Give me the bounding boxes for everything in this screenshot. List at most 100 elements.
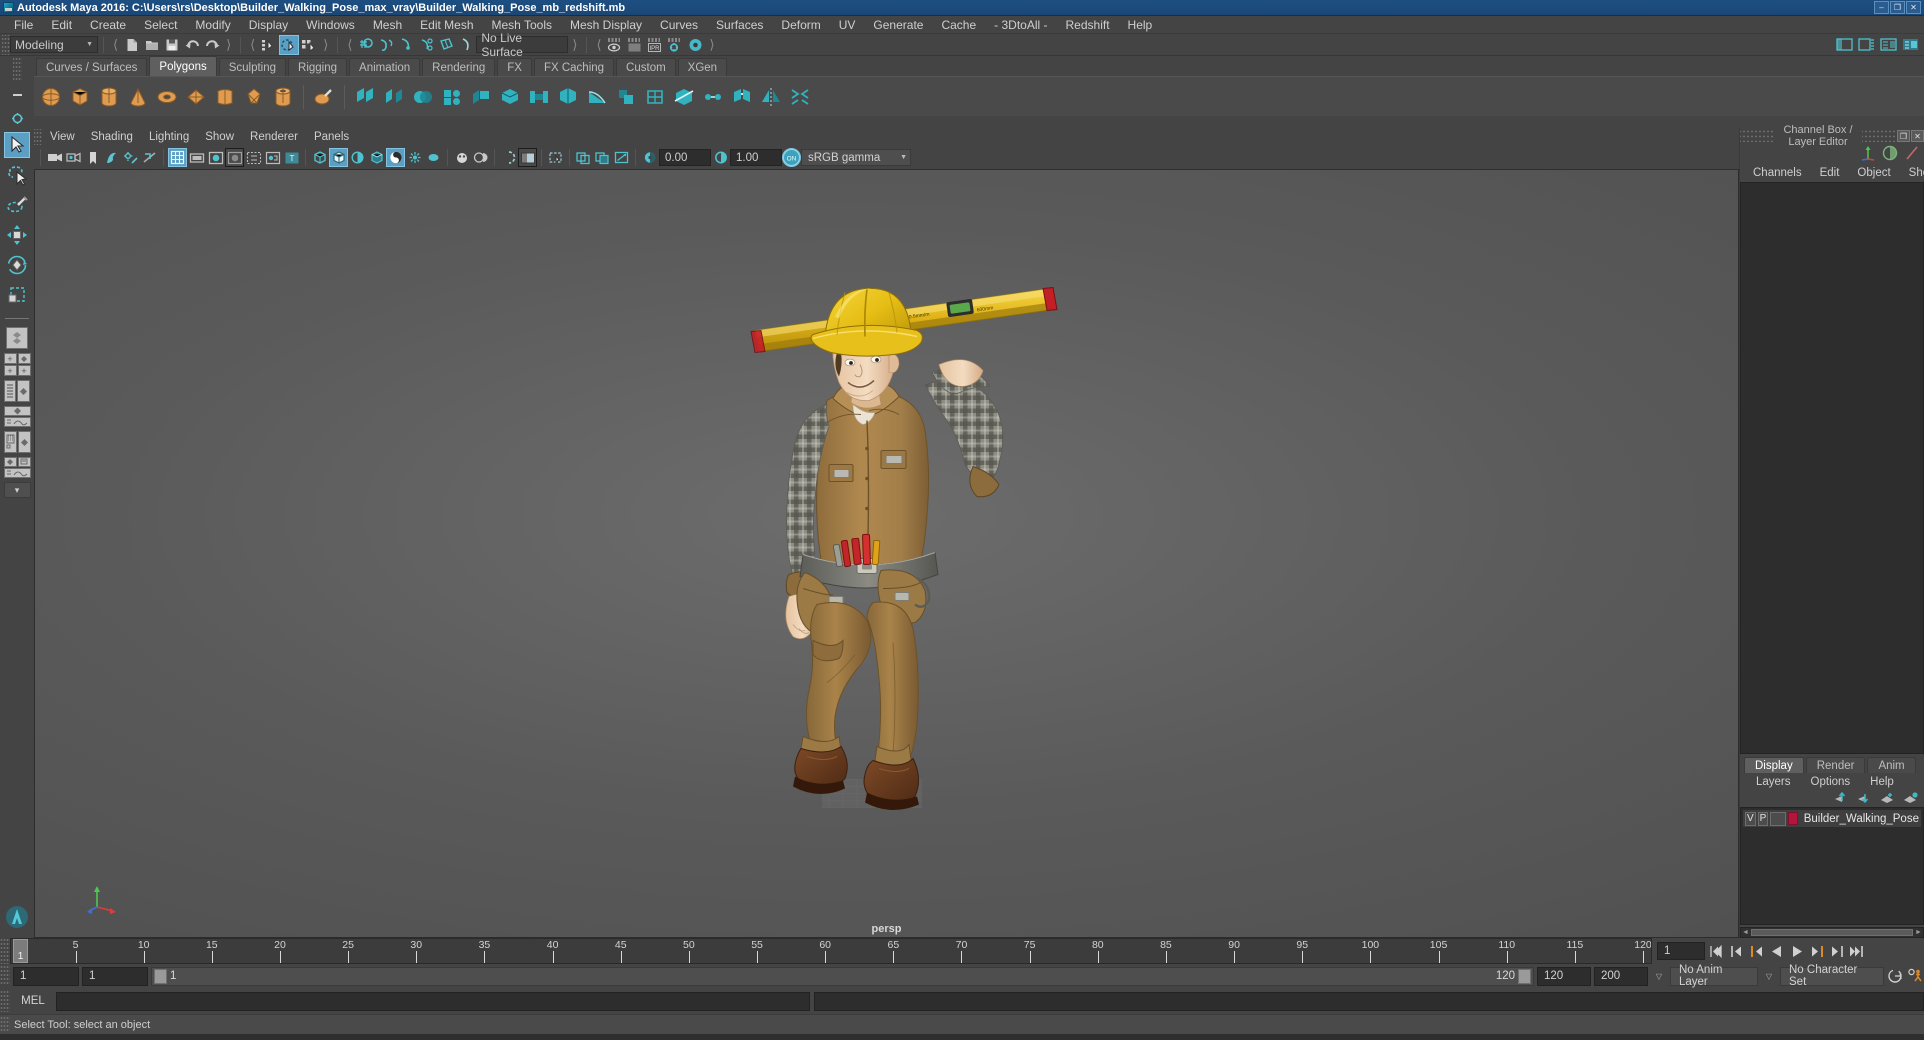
menu-mesh[interactable]: Mesh bbox=[364, 16, 411, 34]
shadow-toggle-icon[interactable] bbox=[367, 148, 386, 167]
command-input[interactable] bbox=[56, 991, 810, 1011]
move-tool[interactable] bbox=[4, 222, 30, 248]
open-scene-icon[interactable] bbox=[142, 35, 162, 55]
step-forward-keyframe-icon[interactable] bbox=[1828, 942, 1845, 960]
select-tool[interactable] bbox=[4, 132, 30, 158]
snap-to-curve-icon[interactable] bbox=[376, 35, 396, 55]
channel-menu-edit[interactable]: Edit bbox=[1811, 164, 1849, 182]
channel-menu-show[interactable]: Show bbox=[1900, 164, 1924, 182]
shelf-tab-rigging[interactable]: Rigging bbox=[288, 58, 348, 76]
select-by-component-icon[interactable] bbox=[299, 35, 319, 55]
ipr-render-icon[interactable]: IPR bbox=[646, 35, 666, 55]
undo-icon[interactable] bbox=[182, 35, 202, 55]
menu-3dtoall[interactable]: - 3DtoAll - bbox=[985, 16, 1056, 34]
target-weld-icon[interactable] bbox=[700, 84, 726, 110]
scroll-thumb[interactable] bbox=[1751, 929, 1913, 936]
exposure-icon[interactable] bbox=[640, 148, 659, 167]
menu-create[interactable]: Create bbox=[81, 16, 135, 34]
channel-box-list[interactable] bbox=[1740, 182, 1924, 754]
shelf-tab-curves-surfaces[interactable]: Curves / Surfaces bbox=[36, 58, 148, 76]
mirror-icon[interactable] bbox=[758, 84, 784, 110]
sidebar-toggle-icon[interactable] bbox=[1856, 35, 1876, 55]
shelf-tab-xgen[interactable]: XGen bbox=[677, 58, 728, 76]
panel-grip-right[interactable] bbox=[1862, 130, 1896, 142]
layer-menu-options[interactable]: Options bbox=[1801, 773, 1861, 791]
shelf-tab-fx[interactable]: FX bbox=[497, 58, 532, 76]
render-current-frame-icon[interactable] bbox=[606, 35, 626, 55]
layer-color-swatch[interactable] bbox=[1787, 812, 1798, 825]
bookmark-icon[interactable] bbox=[83, 148, 102, 167]
select-camera-icon[interactable] bbox=[45, 148, 64, 167]
viewport-menu-panels[interactable]: Panels bbox=[306, 128, 357, 146]
anim-layer-selector[interactable]: No Anim Layer bbox=[1670, 964, 1758, 988]
lasso-select-tool[interactable] bbox=[4, 162, 30, 188]
hud-toggle-icon[interactable] bbox=[593, 148, 612, 167]
character-model[interactable]: BUILDING LEVEL 600mm 0.5mm/m bbox=[677, 252, 1097, 855]
layer-row[interactable]: V P Builder_Walking_Pose bbox=[1743, 810, 1921, 827]
menu-file[interactable]: File bbox=[5, 16, 42, 34]
shadows-toggle-icon[interactable] bbox=[140, 148, 159, 167]
graph-editor-icon[interactable] bbox=[1904, 145, 1920, 164]
menu-mesh-display[interactable]: Mesh Display bbox=[561, 16, 651, 34]
xray-icon[interactable] bbox=[263, 148, 282, 167]
menu-cache[interactable]: Cache bbox=[932, 16, 985, 34]
move-layer-up-icon[interactable] bbox=[1834, 791, 1849, 807]
paint-weights-icon[interactable] bbox=[1882, 145, 1898, 164]
layer-playback-toggle[interactable]: P bbox=[1757, 811, 1769, 826]
poly-sphere-icon[interactable] bbox=[38, 84, 64, 110]
live-surface-field[interactable]: No Live Surface bbox=[476, 31, 569, 59]
combine-icon[interactable] bbox=[352, 84, 378, 110]
shelf-tab-sculpting[interactable]: Sculpting bbox=[218, 58, 287, 76]
viewport-menu-shading[interactable]: Shading bbox=[83, 128, 141, 146]
minimize-button[interactable]: – bbox=[1874, 1, 1889, 14]
smooth-shade-all-icon[interactable] bbox=[187, 148, 206, 167]
range-left-handle[interactable] bbox=[154, 968, 167, 984]
animation-start-field[interactable]: 1 bbox=[13, 966, 79, 986]
range-slider-bar[interactable]: 1 120 bbox=[151, 966, 1534, 986]
layout-persp-graph-outliner[interactable] bbox=[3, 457, 31, 478]
menu-deform[interactable]: Deform bbox=[772, 16, 829, 34]
hypershade-icon[interactable] bbox=[686, 35, 706, 55]
shelf-tab-custom[interactable]: Custom bbox=[616, 58, 676, 76]
character-set-chevron-down-icon[interactable]: ▽ bbox=[1761, 972, 1777, 981]
close-icon[interactable]: ✕ bbox=[1911, 130, 1924, 142]
image-plane-icon[interactable] bbox=[102, 148, 121, 167]
redo-icon[interactable] bbox=[202, 35, 222, 55]
wireframe-on-shaded-icon[interactable] bbox=[244, 148, 263, 167]
animation-preferences-icon[interactable] bbox=[1907, 967, 1924, 985]
layout-four-view[interactable]: + + + bbox=[3, 353, 31, 376]
layer-tab-anim[interactable]: Anim bbox=[1867, 757, 1916, 773]
channel-menu-channels[interactable]: Channels bbox=[1744, 164, 1811, 182]
shelf-options-icon[interactable] bbox=[7, 108, 27, 128]
screen-space-ao-icon[interactable] bbox=[386, 148, 405, 167]
wedge-icon[interactable] bbox=[584, 84, 610, 110]
use-default-material-icon[interactable] bbox=[310, 148, 329, 167]
shaded-highlight-icon[interactable] bbox=[225, 148, 244, 167]
scale-tool[interactable] bbox=[4, 282, 30, 308]
poly-disc-icon[interactable] bbox=[212, 84, 238, 110]
snap-to-view-plane-icon[interactable] bbox=[436, 35, 456, 55]
shelf-tab-animation[interactable]: Animation bbox=[349, 58, 421, 76]
poly-cube-icon[interactable] bbox=[67, 84, 93, 110]
menu-surfaces[interactable]: Surfaces bbox=[707, 16, 772, 34]
save-scene-icon[interactable] bbox=[162, 35, 182, 55]
layer-tab-render[interactable]: Render bbox=[1805, 757, 1866, 773]
menu-display[interactable]: Display bbox=[240, 16, 297, 34]
booleans-icon[interactable] bbox=[410, 84, 436, 110]
layer-visibility-toggle[interactable]: V bbox=[1745, 811, 1756, 826]
scroll-right-icon[interactable]: ► bbox=[1914, 929, 1923, 936]
shelf-collapse-icon[interactable] bbox=[7, 84, 27, 104]
menu-windows[interactable]: Windows bbox=[297, 16, 364, 34]
duplicate-face-icon[interactable] bbox=[613, 84, 639, 110]
layout-outliner-persp[interactable] bbox=[4, 380, 30, 402]
use-all-lights-icon[interactable] bbox=[348, 148, 367, 167]
time-slider-grip[interactable] bbox=[0, 938, 10, 964]
bevel-icon[interactable] bbox=[497, 84, 523, 110]
poly-cone-icon[interactable] bbox=[125, 84, 151, 110]
menu-generate[interactable]: Generate bbox=[864, 16, 932, 34]
go-to-end-icon[interactable] bbox=[1848, 942, 1865, 960]
range-start-field[interactable]: 1 bbox=[82, 966, 148, 986]
viewport-menu-lighting[interactable]: Lighting bbox=[141, 128, 197, 146]
range-slider-grip[interactable] bbox=[0, 966, 10, 986]
auto-keyframe-icon[interactable]: 1 bbox=[1887, 967, 1904, 985]
